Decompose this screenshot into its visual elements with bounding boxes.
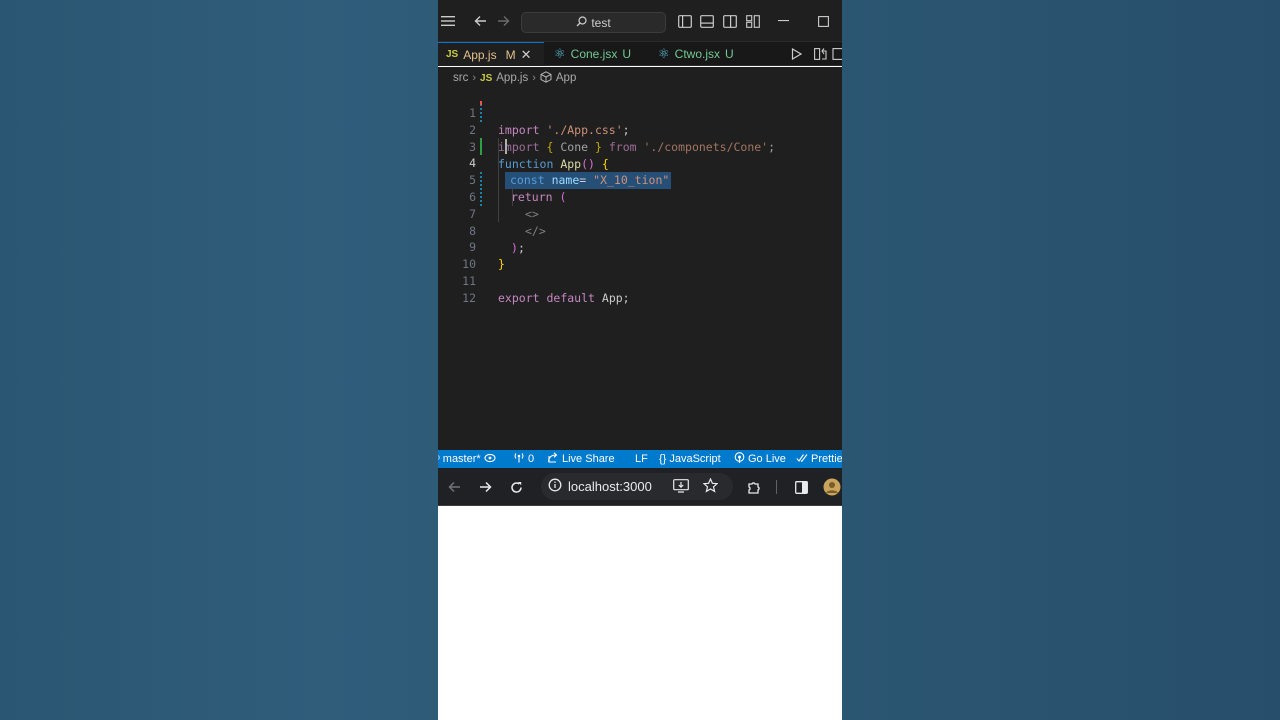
toggle-panel-icon[interactable] <box>697 11 717 31</box>
code-editor[interactable]: 1 import './App.css'; 2 import { Cone } … <box>438 88 842 450</box>
reload-icon[interactable] <box>506 477 526 497</box>
code-line: 6 <> <box>469 190 539 221</box>
tab-label: App.js <box>463 47 497 62</box>
tab-app-js[interactable]: JS App.js M ✕ <box>438 42 544 66</box>
sync-icon <box>484 453 496 466</box>
broadcast-icon <box>513 452 525 466</box>
live-share-item[interactable]: Live Share <box>547 450 615 468</box>
status-bar: ᵖ master* 0 Live Share LF {} JavaScript <box>438 450 842 468</box>
code-line: 7 </> <box>469 207 546 238</box>
profile-avatar[interactable] <box>822 477 842 497</box>
code-line: 11 export default App; <box>462 274 630 305</box>
text-cursor <box>505 139 507 154</box>
code-line: 9 } <box>469 240 505 271</box>
command-center-search[interactable]: test <box>521 12 666 33</box>
code-line: 3 function App() { <box>469 140 609 171</box>
cube-symbol-icon <box>540 70 552 86</box>
toggle-secondary-sidebar-icon[interactable] <box>720 11 740 31</box>
code-line: 10 <box>462 257 476 271</box>
search-icon <box>576 15 587 30</box>
git-branch-item[interactable]: ᵖ master* <box>438 450 496 468</box>
close-icon[interactable]: ✕ <box>521 47 532 63</box>
tab-label: Ctwo.jsx <box>674 47 720 61</box>
browser-toolbar: localhost:3000 <box>438 468 842 506</box>
ports-item[interactable]: 0 <box>513 450 534 468</box>
breadcrumb-file[interactable]: App.js <box>496 72 528 84</box>
forward-arrow-icon[interactable] <box>493 11 513 31</box>
compare-changes-icon[interactable] <box>810 44 830 64</box>
maximize-icon[interactable] <box>813 11 833 31</box>
editor-tab-bar: JS App.js M ✕ ⚛ Cone.jsx U ⚛ Ctwo.jsx U <box>438 42 842 66</box>
code-line: 1 import './App.css'; <box>469 106 630 137</box>
code-line: 2 import { Cone } from './componets/Cone… <box>469 123 776 154</box>
install-app-icon[interactable] <box>673 479 689 496</box>
untracked-badge: U <box>622 47 632 61</box>
run-icon[interactable] <box>786 44 806 64</box>
toggle-sidebar-icon[interactable] <box>675 11 695 31</box>
minimize-icon[interactable] <box>774 11 794 31</box>
back-arrow-icon[interactable] <box>470 11 490 31</box>
screen-frame: test JS App.js M ✕ ⚛ Cone.jsx U ⚛ Ctwo.j… <box>438 0 842 720</box>
react-file-icon: ⚛ <box>554 46 566 61</box>
extensions-icon[interactable] <box>744 477 764 497</box>
browser-forward-icon[interactable] <box>475 477 495 497</box>
code-line: 8 ); <box>469 224 525 255</box>
chevron-right-icon: › <box>472 72 477 84</box>
braces-icon: {} <box>659 453 667 465</box>
code-line: 12 <box>462 291 476 305</box>
url-text: localhost:3000 <box>568 479 652 494</box>
code-line-selected: 4 const name= "X_10_tion" <box>469 156 672 189</box>
address-bar[interactable]: localhost:3000 <box>541 473 733 500</box>
browser-page-content[interactable] <box>438 507 842 720</box>
breadcrumb: src › JS App.js › App <box>438 67 842 89</box>
prettier-item[interactable]: Prettier <box>796 450 842 468</box>
split-editor-icon[interactable] <box>832 44 842 64</box>
browser-back-icon[interactable] <box>444 477 464 497</box>
side-panel-icon[interactable] <box>791 477 811 497</box>
double-check-icon <box>796 453 808 466</box>
language-mode-item[interactable]: {} JavaScript <box>659 450 721 468</box>
tab-label: Cone.jsx <box>570 47 618 61</box>
chevron-right-icon: › <box>532 72 536 84</box>
tab-cone-jsx[interactable]: ⚛ Cone.jsx U <box>546 42 639 66</box>
site-info-icon[interactable] <box>548 478 562 495</box>
vscode-titlebar: test <box>438 0 842 42</box>
javascript-file-icon: JS <box>446 49 459 60</box>
code-line: 5 return ( <box>469 173 567 204</box>
untracked-badge: U <box>725 47 734 61</box>
search-text: test <box>591 15 611 30</box>
toolbar-divider <box>776 480 777 494</box>
menu-icon[interactable] <box>438 11 458 31</box>
live-share-icon <box>547 452 559 466</box>
breadcrumb-folder[interactable]: src <box>453 72 468 84</box>
git-branch-icon: ᵖ <box>438 454 440 465</box>
tab-ctwo-jsx[interactable]: ⚛ Ctwo.jsx U <box>650 42 742 66</box>
eol-item[interactable]: LF <box>635 450 648 468</box>
breadcrumb-symbol[interactable]: App <box>556 72 576 84</box>
antenna-icon <box>734 452 745 466</box>
go-live-item[interactable]: Go Live <box>734 450 786 468</box>
customize-layout-icon[interactable] <box>743 11 763 31</box>
bookmark-star-icon[interactable] <box>702 477 719 496</box>
react-file-icon: ⚛ <box>658 46 670 61</box>
javascript-file-icon: JS <box>480 72 493 84</box>
modified-badge: M <box>505 47 516 62</box>
